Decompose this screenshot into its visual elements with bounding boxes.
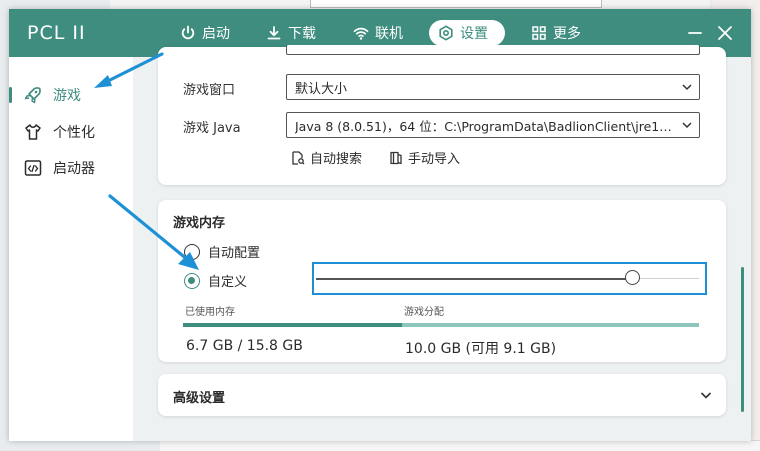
allocated-memory-value: 10.0 GB (可用 9.1 GB) <box>405 341 557 357</box>
auto-search-label: 自动搜索 <box>310 152 363 167</box>
memory-auto-radio[interactable]: 自动配置 <box>184 242 260 261</box>
java-value: Java 8 (8.0.51)，64 位：C:\ProgramData\Badl… <box>295 118 675 134</box>
java-label: 游戏 Java <box>183 121 241 136</box>
advanced-settings-title: 高级设置 <box>173 391 226 406</box>
slider-thumb[interactable] <box>625 270 641 285</box>
launcher-window: PCL II 启动 下载 联机 设置 更多 游戏 个性化 启动器 游戏窗口 默认… <box>9 9 751 441</box>
close-icon[interactable] <box>714 22 736 44</box>
wifi-icon <box>353 27 369 40</box>
nav-online[interactable]: 联机 <box>344 20 412 46</box>
nav-settings[interactable]: 设置 <box>429 20 505 46</box>
sidebar-item-game-label: 游戏 <box>53 88 81 104</box>
window-size-select[interactable]: 默认大小 <box>286 74 700 100</box>
nav-more[interactable]: 更多 <box>522 20 590 46</box>
sidebar-item-game[interactable]: 游戏 <box>9 79 133 111</box>
auto-search-button[interactable]: 自动搜索 <box>291 148 362 167</box>
minimize-icon[interactable] <box>684 22 706 44</box>
power-icon <box>181 25 195 40</box>
sidebar-item-launcher[interactable]: 启动器 <box>9 152 133 184</box>
nav-launch[interactable]: 启动 <box>171 20 239 46</box>
java-select[interactable]: Java 8 (8.0.51)，64 位：C:\ProgramData\Badl… <box>286 112 700 138</box>
chevron-down-icon <box>682 84 692 91</box>
sidebar-item-launcher-label: 启动器 <box>53 161 95 177</box>
slider-fill <box>316 278 633 280</box>
memory-custom-radio[interactable]: 自定义 <box>184 271 247 290</box>
memory-slider[interactable] <box>312 262 707 295</box>
window-size-label: 游戏窗口 <box>183 83 236 98</box>
background-window-bottom <box>160 440 760 451</box>
memory-card: 游戏内存 自动配置 自定义 已使用内存 游戏分配 6.7 GB / 15.8 G… <box>158 200 726 362</box>
window-size-value: 默认大小 <box>295 81 348 97</box>
chevron-down-icon <box>682 122 692 129</box>
manual-import-button[interactable]: 手动导入 <box>389 148 460 167</box>
memory-title: 游戏内存 <box>173 216 226 231</box>
nav-launch-label: 启动 <box>202 26 230 42</box>
rocket-icon <box>24 87 41 104</box>
radio-circle <box>184 243 200 260</box>
memory-custom-label: 自定义 <box>208 275 248 290</box>
nav-settings-label: 设置 <box>460 26 488 42</box>
allocated-memory-label: 游戏分配 <box>404 307 444 318</box>
radio-circle-checked <box>184 272 200 289</box>
grid-icon <box>532 26 546 40</box>
download-icon <box>267 26 281 40</box>
background-input <box>310 0 602 8</box>
app-logo: PCL II <box>27 22 86 44</box>
sidebar-item-personalize-label: 个性化 <box>53 125 95 141</box>
used-memory-label: 已使用内存 <box>185 307 235 318</box>
active-indicator <box>9 87 12 103</box>
nav-download-label: 下载 <box>288 26 316 42</box>
chevron-down-icon <box>700 392 712 399</box>
manual-import-label: 手动导入 <box>408 152 461 167</box>
game-settings-card: 游戏窗口 默认大小 游戏 Java Java 8 (8.0.51)，64 位：C… <box>158 45 726 185</box>
memory-bar-used <box>183 323 402 327</box>
nav-more-label: 更多 <box>553 26 581 42</box>
shirt-icon <box>25 124 41 140</box>
memory-auto-label: 自动配置 <box>208 246 261 261</box>
hidden-select-top[interactable] <box>286 45 700 55</box>
sidebar-item-personalize[interactable]: 个性化 <box>9 116 133 148</box>
advanced-settings-card[interactable]: 高级设置 <box>158 374 726 416</box>
settings-content: 游戏窗口 默认大小 游戏 Java Java 8 (8.0.51)，64 位：C… <box>133 45 751 441</box>
nav-online-label: 联机 <box>375 26 403 42</box>
scrollbar[interactable] <box>741 267 744 412</box>
used-memory-value: 6.7 GB / 15.8 GB <box>186 338 303 354</box>
book-icon <box>390 151 402 164</box>
sidebar: 游戏 个性化 启动器 <box>9 57 133 441</box>
nav-download[interactable]: 下载 <box>257 20 325 46</box>
gear-icon <box>439 25 453 41</box>
file-search-icon <box>292 150 305 165</box>
code-icon <box>24 160 42 176</box>
